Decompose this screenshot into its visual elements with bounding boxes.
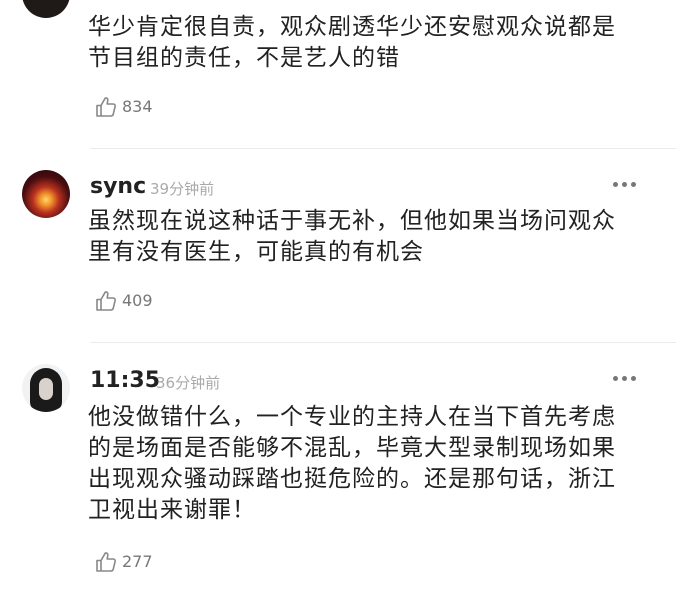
divider [90,342,676,343]
comment-text-line: 华少肯定很自责，观众剧透华少还安慰观众说都是 [88,14,616,40]
comment-text: 他没做错什么，一个专业的主持人在当下首先考虑 的是场面是否能够不混乱，毕竟大型录… [88,402,658,526]
thumbs-up-icon [96,552,116,572]
divider [90,148,676,149]
comment-text-line: 出现观众骚动踩踏也挺危险的。还是那句话，浙江 [88,466,616,492]
like-count: 277 [122,552,153,571]
comment-text-line: 卫视出来谢罪！ [88,497,256,523]
like-count: 409 [122,291,153,310]
comment-text-line: 的是场面是否能够不混乱，毕竟大型录制现场如果 [88,435,616,461]
avatar-portrait [30,368,62,412]
more-dots-icon[interactable] [610,182,640,190]
comment-text-line: 他没做错什么，一个专业的主持人在当下首先考虑 [88,404,616,430]
username[interactable]: sync [90,174,146,199]
timestamp: 36分钟前 [156,374,221,392]
thumbs-up-icon [96,291,116,311]
comment-text: 华少肯定很自责，观众剧透华少还安慰观众说都是 节目组的责任，不是艺人的错 [88,12,658,74]
avatar[interactable] [22,170,70,218]
comment-text-line: 虽然现在说这种话于事无补，但他如果当场问观众 [88,208,616,234]
comment-text-line: 里有没有医生，可能真的有机会 [88,239,424,265]
like-count: 834 [122,97,153,116]
avatar[interactable] [22,364,70,412]
username[interactable]: 11:35 [90,368,160,393]
timestamp: 39分钟前 [150,180,215,198]
more-dots-icon[interactable] [610,376,640,384]
comment-text: 虽然现在说这种话于事无补，但他如果当场问观众 里有没有医生，可能真的有机会 [88,206,658,268]
avatar[interactable] [22,0,70,18]
comment-text-line: 节目组的责任，不是艺人的错 [88,45,400,71]
thumbs-up-icon [96,97,116,117]
